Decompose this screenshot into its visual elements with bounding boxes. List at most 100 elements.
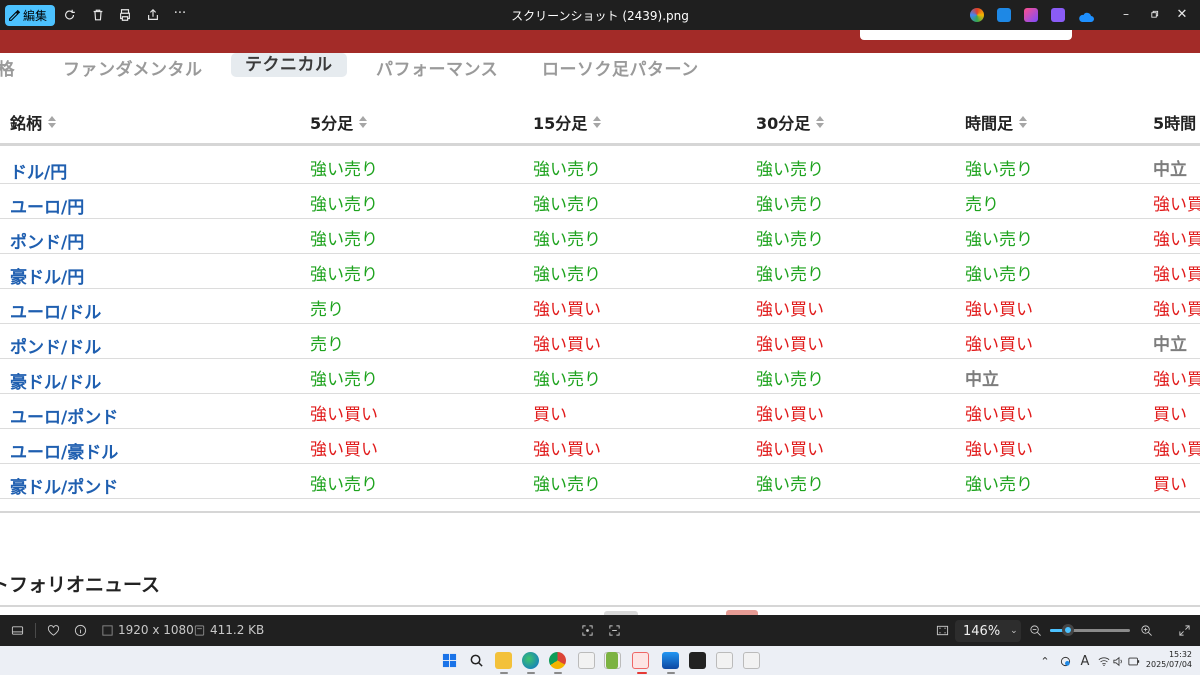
zoom-in-icon[interactable] (1139, 623, 1153, 637)
zoom-slider[interactable] (1050, 624, 1130, 636)
start-icon[interactable] (441, 652, 458, 669)
designer-icon[interactable] (1024, 8, 1038, 22)
app-icon[interactable] (632, 652, 649, 669)
file-size: 411.2 KB (192, 623, 264, 637)
search-icon[interactable] (468, 652, 485, 669)
site-search-box[interactable] (860, 30, 1072, 40)
wifi-icon[interactable] (1097, 654, 1111, 668)
chrome-icon[interactable] (549, 652, 566, 669)
app-icon[interactable] (743, 652, 760, 669)
filmstrip-icon[interactable] (10, 623, 24, 637)
symbol-link[interactable]: ユーロ/円 (10, 193, 84, 218)
zoom-out-icon[interactable] (1028, 623, 1042, 637)
signal-5hour: 強い買 (1153, 265, 1200, 285)
symbol-link[interactable]: ポンド/円 (10, 228, 84, 253)
ime-icon[interactable]: A (1078, 654, 1092, 669)
file-info-icon[interactable] (73, 623, 87, 637)
ocr-icon[interactable] (607, 623, 621, 637)
column-header-label: 5分足 (310, 114, 354, 133)
column-header-hourly[interactable]: 時間足 (965, 110, 1028, 134)
clipchamp-icon[interactable] (1051, 8, 1065, 22)
favorite-icon[interactable] (46, 623, 60, 637)
signal-15min: 強い買い (533, 300, 601, 320)
signal-5min: 売り (310, 335, 344, 355)
symbol-link[interactable]: ドル/円 (10, 158, 67, 183)
notepad-icon[interactable] (606, 652, 618, 669)
zoom-level-dropdown[interactable]: 146% ⌄ (955, 620, 1021, 642)
restore-icon (1150, 10, 1158, 18)
restore-button[interactable] (1146, 6, 1162, 22)
table-row: ポンド/ドル 売り 強い買い 強い買い 強い買い 中立 (0, 324, 1200, 359)
security-icon[interactable] (1058, 654, 1072, 668)
symbol-link[interactable]: 豪ドル/ポンド (10, 473, 118, 498)
sticky-notes-icon[interactable] (689, 652, 706, 669)
photos-icon[interactable] (662, 652, 679, 669)
image-dimensions: 1920 x 1080 (100, 623, 194, 637)
signal-5hour: 買い (1153, 405, 1187, 425)
news-section-heading: トフォリオニュース (0, 574, 161, 596)
file-explorer-icon[interactable] (495, 652, 512, 669)
photos-edit-icon[interactable] (997, 8, 1011, 22)
column-header-5hour[interactable]: 5時間 (1153, 110, 1196, 134)
running-indicator (667, 672, 675, 674)
copilot-icon[interactable] (970, 8, 984, 22)
minimize-button[interactable]: – (1118, 6, 1134, 22)
tab-performance[interactable]: パフォーマンス (376, 55, 498, 80)
column-header-symbol[interactable]: 銘柄 (10, 110, 57, 134)
symbol-link[interactable]: ユーロ/豪ドル (10, 438, 118, 463)
app-icon[interactable] (716, 652, 733, 669)
clock[interactable]: 15:32 2025/07/04 (1142, 650, 1192, 670)
signal-15min: 強い売り (533, 230, 601, 250)
edge-icon[interactable] (522, 652, 539, 669)
table-row: 豪ドル/ポンド 強い売り 強い売り 強い売り 強い売り 買い (0, 464, 1200, 499)
signal-15min: 強い買い (533, 335, 601, 355)
sort-icon (816, 115, 825, 129)
sort-icon (359, 115, 368, 129)
clock-date: 2025/07/04 (1145, 660, 1192, 669)
column-header-30min[interactable]: 30分足 (756, 110, 825, 134)
running-indicator (554, 672, 562, 674)
signal-30min: 強い売り (756, 475, 824, 495)
signal-30min: 強い売り (756, 265, 824, 285)
tab-candlestick-patterns[interactable]: ローソク足パターン (542, 55, 699, 80)
signal-5min: 強い売り (310, 195, 378, 215)
running-indicator (527, 672, 535, 674)
fit-to-window-icon[interactable] (935, 623, 949, 637)
column-header-label: 銘柄 (10, 114, 43, 133)
symbol-link[interactable]: ポンド/ドル (10, 333, 101, 358)
column-header-label: 30分足 (756, 114, 811, 133)
onedrive-icon[interactable] (1078, 8, 1094, 22)
zoom-slider-thumb[interactable] (1061, 624, 1074, 636)
table-bottom-border (0, 511, 1200, 513)
table-row: ユーロ/ドル 売り 強い買い 強い買い 強い買い 強い買 (0, 289, 1200, 324)
signal-hourly: 強い買い (965, 405, 1033, 425)
column-header-5min[interactable]: 5分足 (310, 110, 368, 134)
close-button[interactable]: ✕ (1174, 6, 1190, 22)
symbol-link[interactable]: 豪ドル/ドル (10, 368, 101, 393)
fit-icon[interactable] (580, 623, 594, 637)
symbol-link[interactable]: 豪ドル/円 (10, 263, 84, 288)
dimensions-text: 1920 x 1080 (118, 623, 194, 637)
symbol-link[interactable]: ユーロ/ドル (10, 298, 101, 323)
chevron-up-icon[interactable]: ⌃ (1038, 654, 1052, 668)
column-header-15min[interactable]: 15分足 (533, 110, 602, 134)
symbol-link[interactable]: ユーロ/ポンド (10, 403, 118, 428)
tab-technical[interactable]: テクニカル (231, 53, 347, 77)
signal-5hour: 中立 (1153, 335, 1187, 355)
tab-fundamental[interactable]: ファンダメンタル (63, 55, 203, 80)
table-row: ユーロ/豪ドル 強い買い 強い買い 強い買い 強い買い 強い買 (0, 429, 1200, 464)
tab-price[interactable]: 価格 (0, 55, 15, 80)
signal-30min: 強い買い (756, 300, 824, 320)
fullscreen-icon[interactable] (1177, 623, 1191, 637)
sort-icon (1019, 115, 1028, 129)
app-icon[interactable] (578, 652, 595, 669)
table-row: 豪ドル/ドル 強い売り 強い売り 強い売り 中立 強い買 (0, 359, 1200, 394)
signal-5hour: 中立 (1153, 160, 1187, 180)
signal-hourly: 強い買い (965, 300, 1033, 320)
signal-5min: 強い買い (310, 405, 378, 425)
volume-icon[interactable] (1112, 654, 1126, 668)
battery-icon[interactable] (1127, 654, 1141, 668)
signal-5min: 強い売り (310, 230, 378, 250)
column-header-label: 5時間 (1153, 114, 1197, 133)
signal-30min: 強い売り (756, 370, 824, 390)
